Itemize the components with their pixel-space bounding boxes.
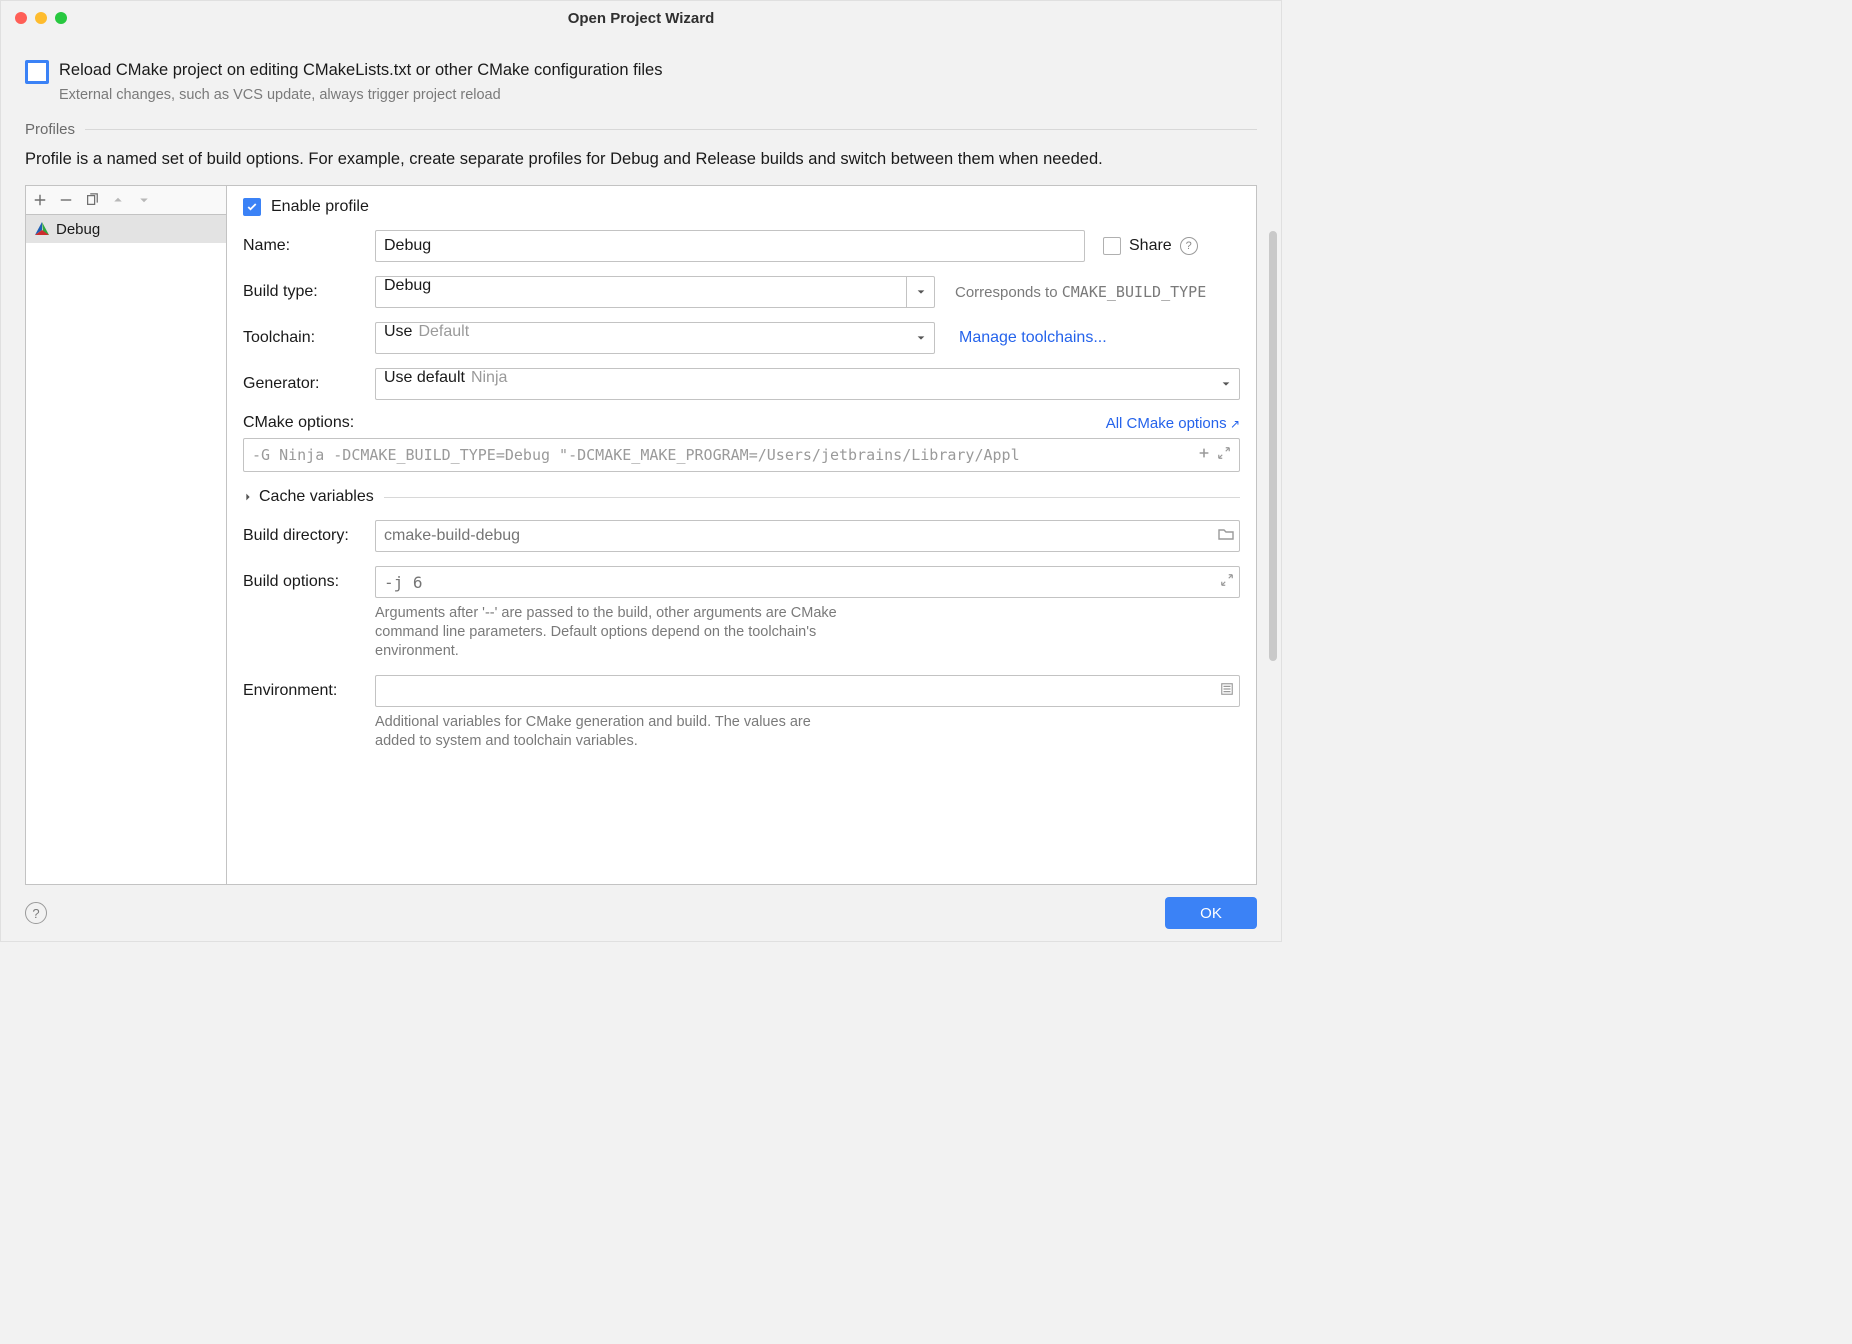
profiles-panel: Debug Enable profile Name: xyxy=(25,185,1257,885)
build-directory-label: Build directory: xyxy=(243,527,375,545)
generator-value-prefix: Use default xyxy=(384,369,465,386)
generator-select[interactable]: Use default Ninja xyxy=(375,368,1240,400)
generator-label: Generator: xyxy=(243,375,375,393)
footer: ? OK xyxy=(1,885,1281,941)
content: Reload CMake project on editing CMakeLis… xyxy=(1,35,1281,885)
profiles-sidebar: Debug xyxy=(26,186,227,884)
chevron-down-icon xyxy=(1212,368,1240,400)
build-type-value: Debug xyxy=(384,277,431,294)
share-block: Share ? xyxy=(1103,237,1198,255)
environment-block: Environment: Additional variables for CM… xyxy=(243,675,1240,751)
chevron-down-icon xyxy=(906,276,935,308)
profile-form: Enable profile Name: Share ? Build type: xyxy=(227,186,1256,884)
profiles-hint: Profile is a named set of build options.… xyxy=(25,150,1257,169)
name-label: Name: xyxy=(243,237,375,255)
environment-label: Environment: xyxy=(243,682,375,700)
build-options-label: Build options: xyxy=(243,573,375,591)
titlebar: Open Project Wizard xyxy=(1,1,1281,35)
reload-cmakelists-hint: External changes, such as VCS update, al… xyxy=(59,87,662,103)
enable-profile-label: Enable profile xyxy=(271,198,369,216)
reload-cmakelists-checkbox[interactable] xyxy=(25,60,49,84)
build-options-hint: Arguments after '--' are passed to the b… xyxy=(375,604,855,661)
build-type-hint: Corresponds to CMAKE_BUILD_TYPE xyxy=(955,283,1206,301)
copy-profile-icon[interactable] xyxy=(84,192,100,208)
expand-icon[interactable] xyxy=(1220,573,1234,591)
generator-value-hint: Ninja xyxy=(471,369,507,386)
share-checkbox[interactable] xyxy=(1103,237,1121,255)
cache-variables-label: Cache variables xyxy=(259,488,374,506)
remove-profile-icon[interactable] xyxy=(58,192,74,208)
share-help-icon[interactable]: ? xyxy=(1180,237,1198,255)
chevron-down-icon xyxy=(907,322,935,354)
add-profile-icon[interactable] xyxy=(32,192,48,208)
reload-cmakelists-row: Reload CMake project on editing CMakeLis… xyxy=(25,59,1257,103)
cache-variables-row[interactable]: Cache variables xyxy=(243,488,1240,506)
build-type-label: Build type: xyxy=(243,283,375,301)
move-down-icon[interactable] xyxy=(136,192,152,208)
share-label: Share xyxy=(1129,237,1172,255)
manage-toolchains-link[interactable]: Manage toolchains... xyxy=(959,329,1107,347)
scrollbar-thumb[interactable] xyxy=(1269,231,1277,661)
cmake-icon xyxy=(34,221,50,237)
all-cmake-options-link[interactable]: All CMake options xyxy=(1106,415,1240,432)
toolchain-value-prefix: Use xyxy=(384,323,412,340)
build-type-row: Build type: Debug Corresponds to CMAKE_B… xyxy=(243,276,1240,308)
divider xyxy=(85,129,1257,130)
list-icon[interactable] xyxy=(1220,682,1234,700)
cmake-options-block: CMake options: All CMake options -G Ninj… xyxy=(243,414,1240,472)
build-options-block: Build options: Arguments after '--' are … xyxy=(243,566,1240,661)
environment-hint: Additional variables for CMake generatio… xyxy=(375,713,855,751)
profiles-section-label: Profiles xyxy=(25,121,75,138)
environment-row: Environment: xyxy=(243,675,1240,707)
enable-profile-row: Enable profile xyxy=(243,198,1240,216)
cmake-options-input[interactable]: -G Ninja -DCMAKE_BUILD_TYPE=Debug "-DCMA… xyxy=(243,438,1240,472)
build-options-input[interactable] xyxy=(375,566,1240,598)
build-directory-row: Build directory: xyxy=(243,520,1240,552)
profiles-section-header: Profiles xyxy=(25,121,1257,138)
enable-profile-checkbox[interactable] xyxy=(243,198,261,216)
toolchain-value-hint: Default xyxy=(418,323,469,340)
profile-item-debug[interactable]: Debug xyxy=(26,215,226,243)
expand-icon[interactable] xyxy=(1217,446,1231,464)
window: Open Project Wizard Reload CMake project… xyxy=(0,0,1282,942)
build-type-hint-pre: Corresponds to xyxy=(955,284,1062,301)
folder-icon[interactable] xyxy=(1218,526,1234,546)
cmake-options-value: -G Ninja -DCMAKE_BUILD_TYPE=Debug "-DCMA… xyxy=(252,446,1191,464)
ok-button[interactable]: OK xyxy=(1165,897,1257,929)
name-input[interactable] xyxy=(375,230,1085,262)
help-icon[interactable]: ? xyxy=(25,902,47,924)
profiles-list: Debug xyxy=(26,215,226,884)
chevron-right-icon xyxy=(243,489,253,506)
cmake-options-label: CMake options: xyxy=(243,414,354,432)
generator-row: Generator: Use default Ninja xyxy=(243,368,1240,400)
build-type-hint-code: CMAKE_BUILD_TYPE xyxy=(1062,283,1207,301)
build-type-select[interactable]: Debug xyxy=(375,276,935,308)
divider xyxy=(384,497,1240,498)
build-options-row: Build options: xyxy=(243,566,1240,598)
reload-cmakelists-label: Reload CMake project on editing CMakeLis… xyxy=(59,59,662,81)
move-up-icon[interactable] xyxy=(110,192,126,208)
profile-item-label: Debug xyxy=(56,221,100,238)
name-row: Name: Share ? xyxy=(243,230,1240,262)
toolchain-row: Toolchain: Use Default Manage toolchains.… xyxy=(243,322,1240,354)
window-title: Open Project Wizard xyxy=(1,10,1281,27)
profiles-toolbar xyxy=(26,186,226,215)
build-directory-input[interactable] xyxy=(375,520,1240,552)
environment-input[interactable] xyxy=(375,675,1240,707)
reload-cmakelists-text: Reload CMake project on editing CMakeLis… xyxy=(59,59,662,103)
toolchain-label: Toolchain: xyxy=(243,329,375,347)
plus-icon[interactable] xyxy=(1197,446,1211,464)
toolchain-select[interactable]: Use Default xyxy=(375,322,935,354)
